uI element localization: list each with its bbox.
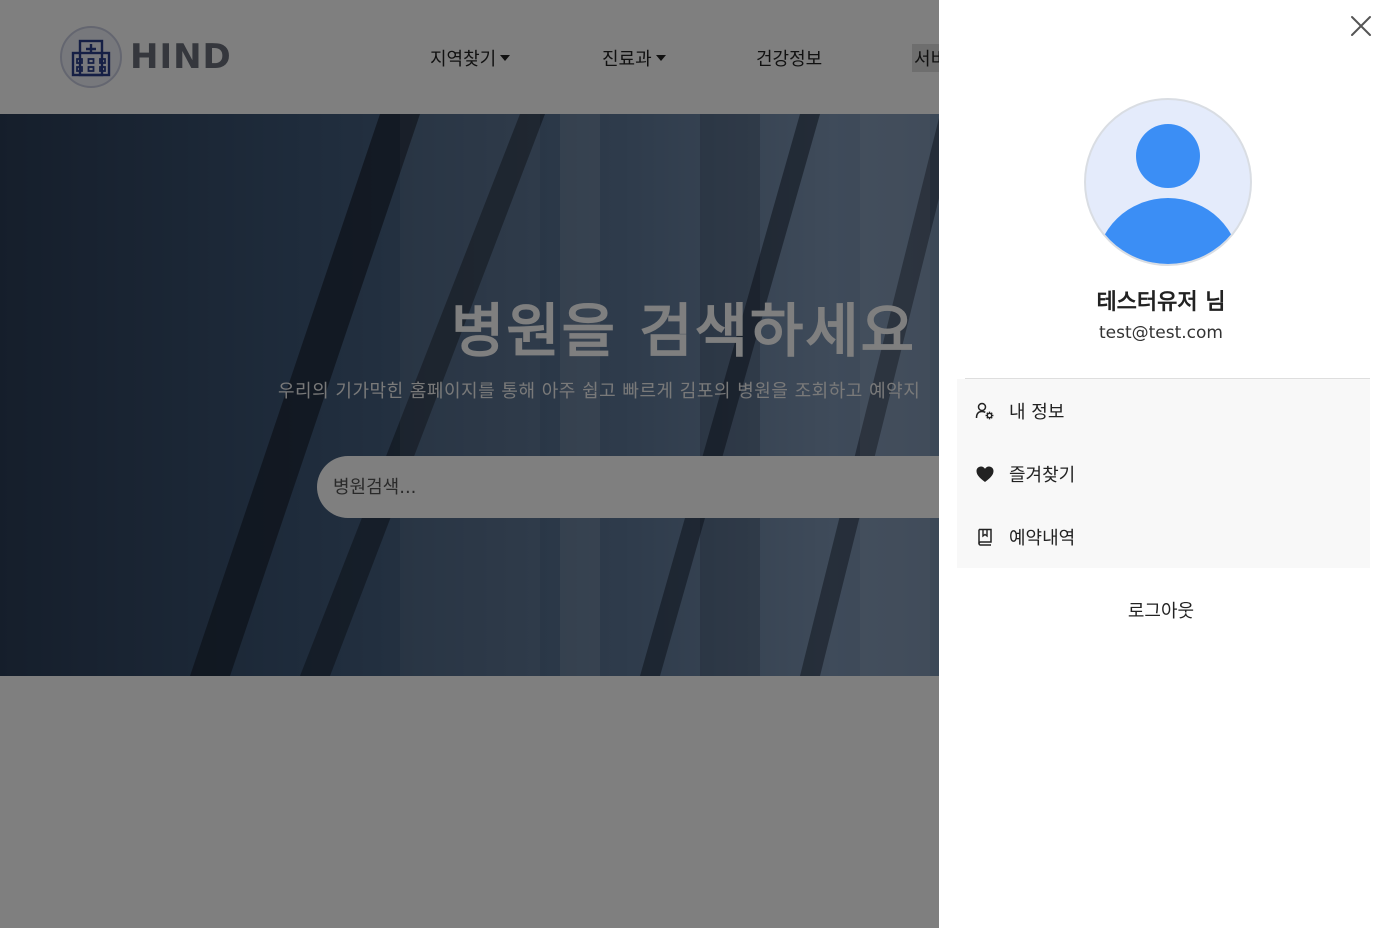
logout-button[interactable]: 로그아웃	[939, 597, 1387, 623]
close-icon[interactable]	[1349, 14, 1373, 38]
bookmark-book-icon	[975, 527, 995, 547]
user-email: test@test.com	[1098, 323, 1223, 343]
drawer-menu: 내 정보 즐겨찾기 예약내역	[957, 379, 1370, 568]
modal-backdrop[interactable]	[0, 0, 939, 928]
avatar	[1084, 98, 1252, 266]
heart-icon	[975, 464, 995, 484]
menu-item-reservations[interactable]: 예약내역	[957, 505, 1370, 568]
menu-label: 예약내역	[1009, 527, 1076, 549]
user-gear-icon	[975, 401, 995, 421]
user-avatar-icon	[1096, 124, 1240, 264]
menu-label: 즐겨찾기	[1009, 464, 1076, 486]
user-name: 테스터유저 님	[1096, 290, 1226, 315]
menu-item-favorites[interactable]: 즐겨찾기	[957, 442, 1370, 505]
menu-item-my-info[interactable]: 내 정보	[957, 379, 1370, 442]
menu-label: 내 정보	[1009, 401, 1065, 423]
user-drawer: 테스터유저 님 test@test.com 내 정보 즐겨찾기 예약내역 로그아…	[939, 0, 1387, 928]
